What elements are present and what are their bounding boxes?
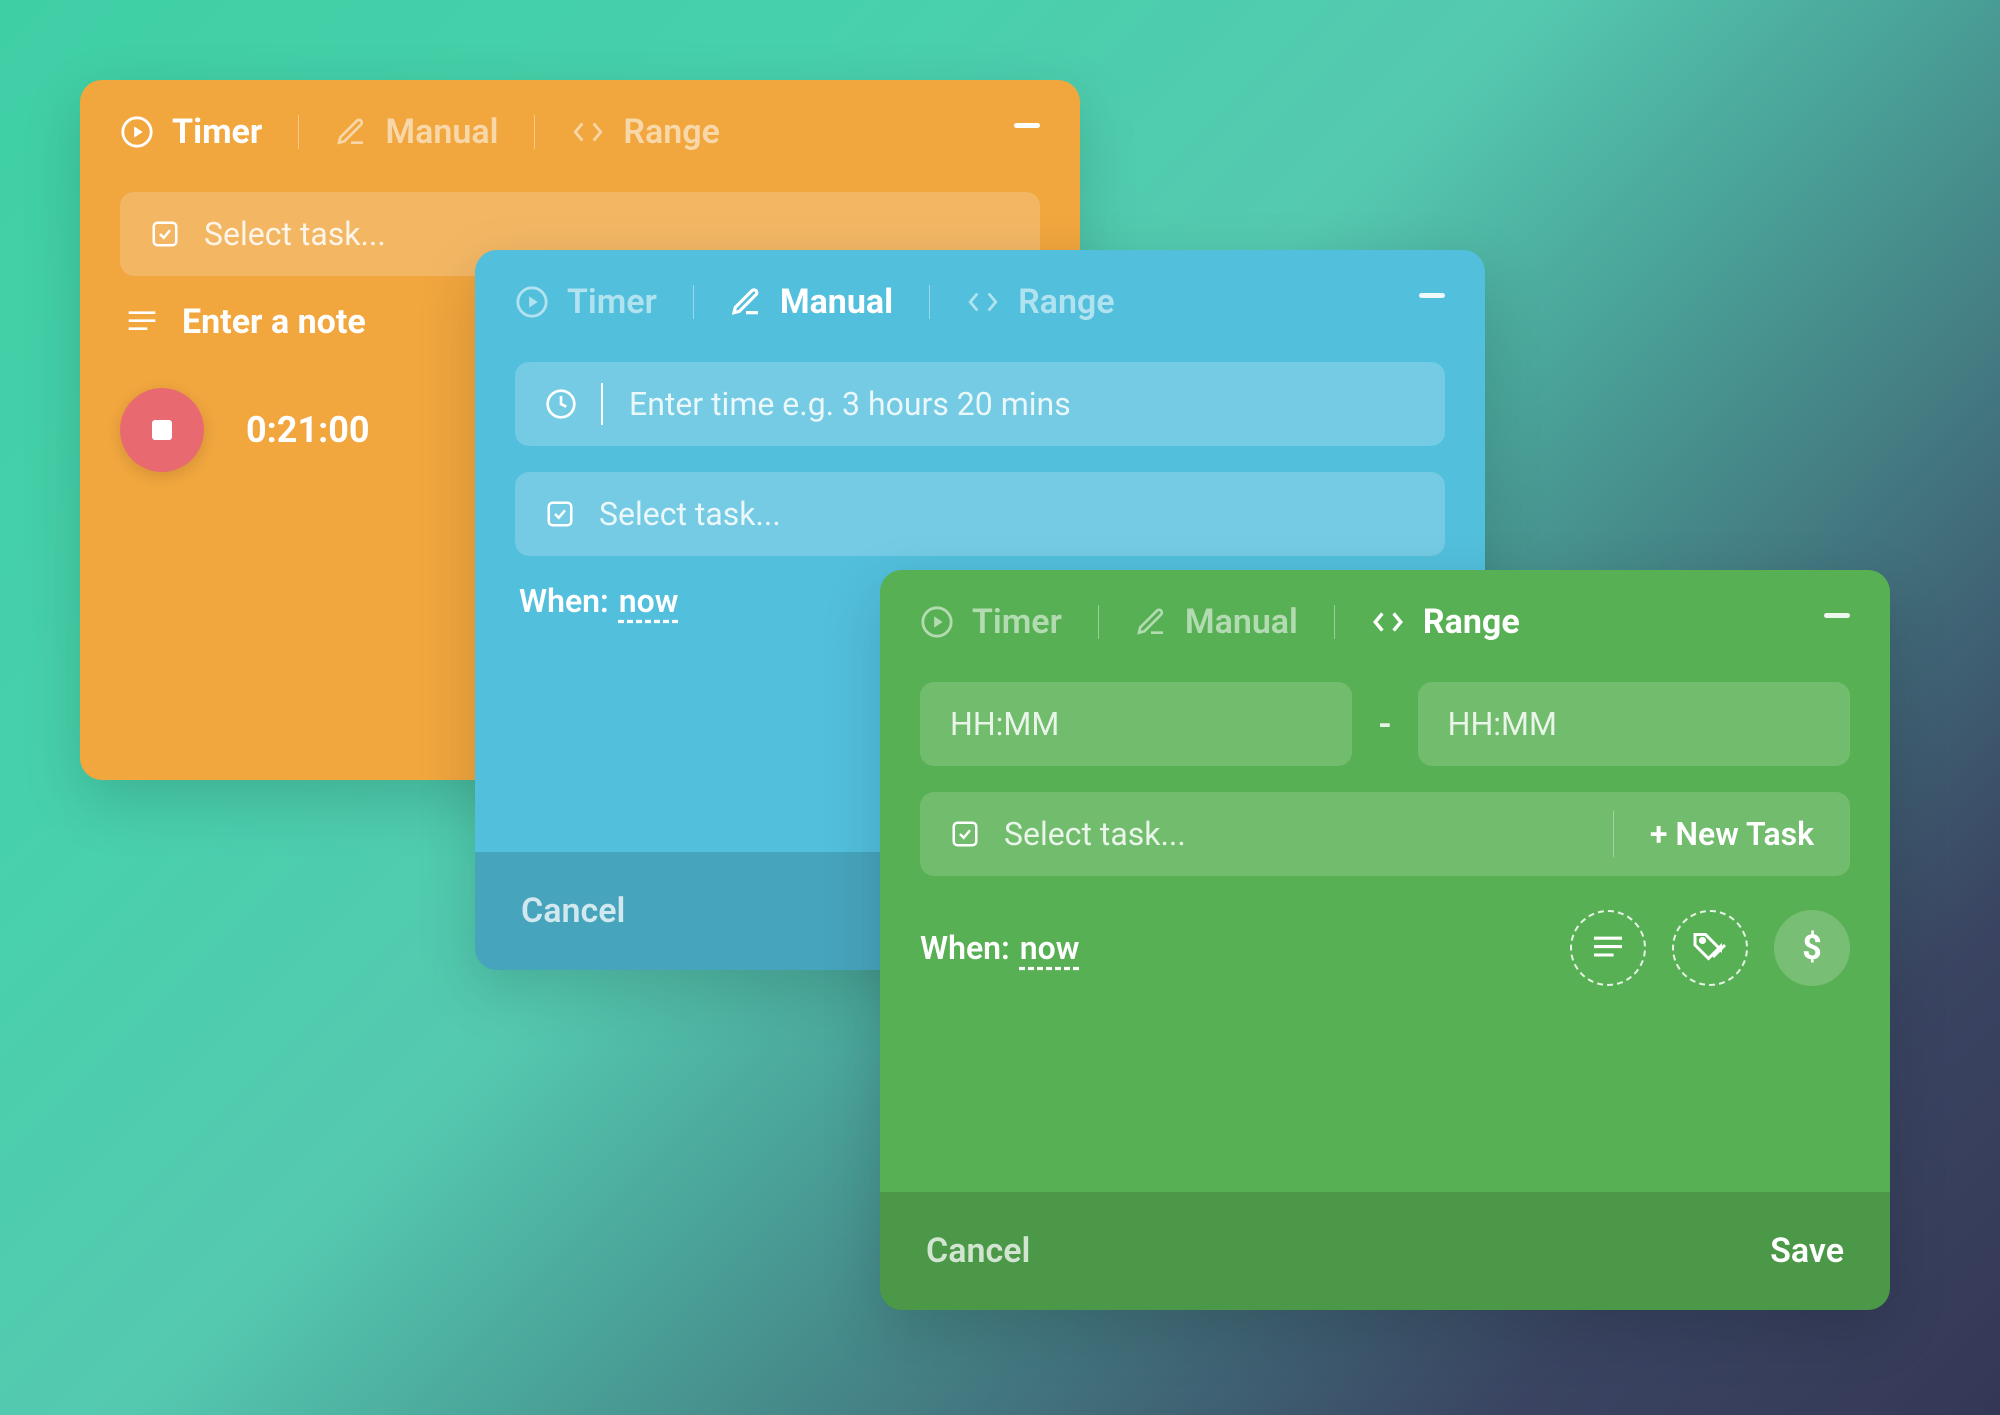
tag-icon bbox=[1692, 930, 1728, 966]
tab-timer[interactable]: Timer bbox=[120, 112, 262, 152]
tab-range[interactable]: Range bbox=[966, 282, 1115, 322]
tab-range[interactable]: Range bbox=[571, 112, 720, 152]
bottom-row: When: now $ bbox=[920, 910, 1850, 986]
range-start-input[interactable]: HH:MM bbox=[920, 682, 1352, 766]
range-end-placeholder: HH:MM bbox=[1448, 705, 1557, 743]
cancel-button[interactable]: Cancel bbox=[926, 1231, 1030, 1271]
when-value[interactable]: now bbox=[1020, 929, 1080, 967]
tab-separator bbox=[534, 115, 535, 149]
select-task-field[interactable]: Select task... bbox=[515, 472, 1445, 556]
tab-manual-label: Manual bbox=[1185, 602, 1298, 642]
play-circle-icon bbox=[515, 285, 549, 319]
tab-manual[interactable]: Manual bbox=[730, 282, 893, 322]
stop-button[interactable] bbox=[120, 388, 204, 472]
tab-manual-label: Manual bbox=[780, 282, 893, 322]
range-icon bbox=[966, 287, 1000, 317]
range-icon bbox=[571, 117, 605, 147]
input-cursor bbox=[601, 383, 603, 425]
tab-manual-label: Manual bbox=[385, 112, 498, 152]
minimize-button[interactable] bbox=[1822, 600, 1852, 630]
dollar-icon: $ bbox=[1802, 928, 1822, 968]
task-icon bbox=[150, 219, 180, 249]
new-task-button[interactable]: + New Task bbox=[1614, 815, 1850, 853]
play-circle-icon bbox=[120, 115, 154, 149]
select-task-placeholder: Select task... bbox=[204, 215, 386, 253]
mode-tabs: Timer Manual Range bbox=[515, 282, 1445, 322]
edit-icon bbox=[335, 116, 367, 148]
tab-separator bbox=[693, 285, 694, 319]
tab-range[interactable]: Range bbox=[1371, 602, 1520, 642]
note-icon bbox=[1591, 934, 1625, 962]
task-icon bbox=[950, 819, 980, 849]
tab-separator bbox=[929, 285, 930, 319]
play-circle-icon bbox=[920, 605, 954, 639]
time-input-placeholder: Enter time e.g. 3 hours 20 mins bbox=[629, 385, 1071, 423]
tab-separator bbox=[1098, 605, 1099, 639]
range-icon bbox=[1371, 607, 1405, 637]
select-task-placeholder: Select task... bbox=[1004, 815, 1186, 853]
tab-separator bbox=[1334, 605, 1335, 639]
when-value[interactable]: now bbox=[619, 582, 679, 620]
select-task-field[interactable]: Select task... bbox=[920, 815, 1613, 853]
mode-tabs: Timer Manual Range bbox=[920, 602, 1850, 642]
tab-timer-label: Timer bbox=[972, 602, 1062, 642]
range-card: Timer Manual Range HH:MM - HH:MM bbox=[880, 570, 1890, 1310]
note-icon bbox=[126, 308, 158, 336]
when-row: When: now bbox=[920, 929, 1079, 967]
cancel-button[interactable]: Cancel bbox=[521, 891, 625, 931]
tab-separator bbox=[298, 115, 299, 149]
card-footer: Cancel Save bbox=[880, 1192, 1890, 1310]
task-icon bbox=[545, 499, 575, 529]
time-range-row: HH:MM - HH:MM bbox=[920, 682, 1850, 766]
tab-manual[interactable]: Manual bbox=[1135, 602, 1298, 642]
elapsed-time: 0:21:00 bbox=[246, 409, 370, 451]
tag-chip[interactable] bbox=[1672, 910, 1748, 986]
select-task-placeholder: Select task... bbox=[599, 495, 781, 533]
save-button[interactable]: Save bbox=[1770, 1231, 1844, 1271]
tab-range-label: Range bbox=[1423, 602, 1520, 642]
note-chip[interactable] bbox=[1570, 910, 1646, 986]
billable-chip[interactable]: $ bbox=[1774, 910, 1850, 986]
clock-icon bbox=[545, 388, 577, 420]
tab-timer[interactable]: Timer bbox=[515, 282, 657, 322]
tab-timer-label: Timer bbox=[172, 112, 262, 152]
range-dash: - bbox=[1378, 703, 1391, 745]
action-chips: $ bbox=[1570, 910, 1850, 986]
tab-timer-label: Timer bbox=[567, 282, 657, 322]
tab-range-label: Range bbox=[623, 112, 720, 152]
minimize-button[interactable] bbox=[1012, 110, 1042, 140]
range-end-input[interactable]: HH:MM bbox=[1418, 682, 1850, 766]
when-label: When: bbox=[920, 929, 1010, 967]
tab-manual[interactable]: Manual bbox=[335, 112, 498, 152]
task-row: Select task... + New Task bbox=[920, 792, 1850, 876]
mode-tabs: Timer Manual Range bbox=[120, 112, 1040, 152]
note-placeholder: Enter a note bbox=[182, 302, 366, 342]
edit-icon bbox=[1135, 606, 1167, 638]
time-input[interactable]: Enter time e.g. 3 hours 20 mins bbox=[515, 362, 1445, 446]
edit-icon bbox=[730, 286, 762, 318]
tab-range-label: Range bbox=[1018, 282, 1115, 322]
tab-timer[interactable]: Timer bbox=[920, 602, 1062, 642]
minimize-button[interactable] bbox=[1417, 280, 1447, 310]
range-start-placeholder: HH:MM bbox=[950, 705, 1059, 743]
when-label: When: bbox=[519, 582, 609, 620]
